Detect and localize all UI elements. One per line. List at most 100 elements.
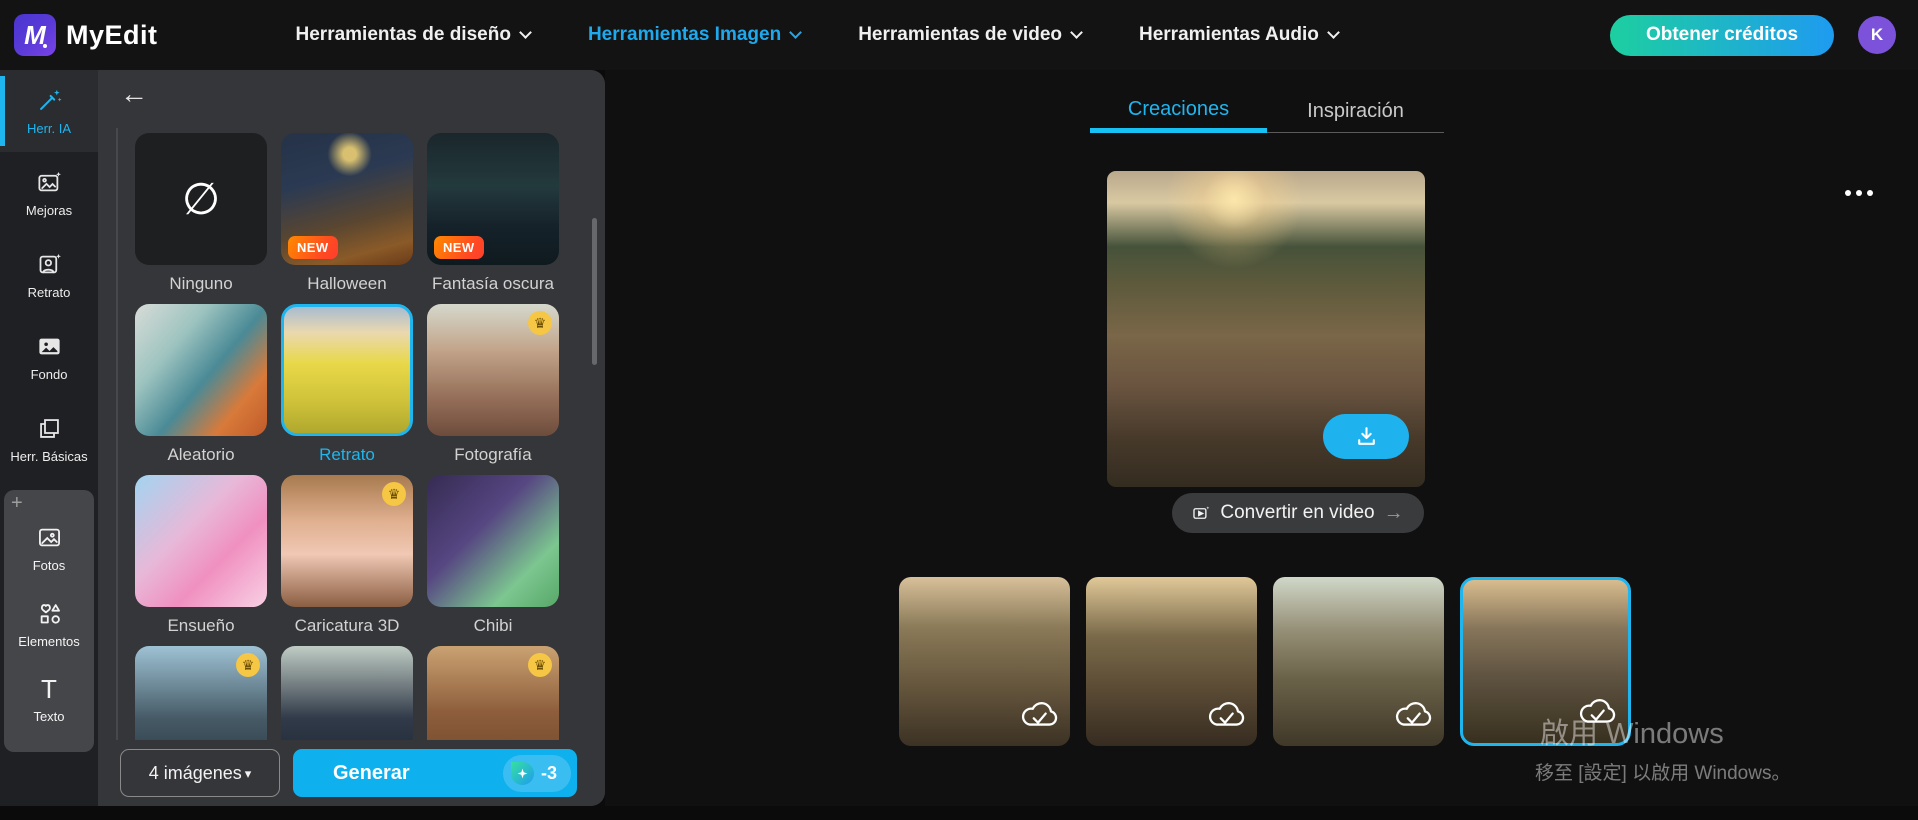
shapes-icon (40, 603, 60, 624)
main-nav: Herramientas de diseño Herramientas Imag… (296, 24, 1340, 46)
arrow-right-icon: → (1383, 501, 1404, 524)
cloud-check-icon (1021, 702, 1058, 726)
style-thumbnail[interactable]: ♛ (427, 646, 559, 740)
style-thumbnail[interactable] (135, 304, 267, 436)
nav-video-tools[interactable]: Herramientas de video (858, 24, 1083, 46)
sidebar-item-herr-ia[interactable]: Herr. IA (0, 70, 98, 152)
sidebar-item-label: Retrato (27, 284, 71, 300)
more-options-icon[interactable] (1845, 190, 1873, 196)
myedit-app: M MyEdit Herramientas de diseño Herramie… (0, 0, 1918, 820)
style-thumbnail[interactable]: ♛ (427, 304, 559, 436)
sidebar-item-label: Herr. Básicas (10, 448, 88, 464)
premium-crown-icon: ♛ (382, 482, 406, 506)
style-grid: ∅ Ninguno NEW Halloween NEW Fantasía osc… (135, 133, 559, 740)
sidebar-item-retrato[interactable]: Retrato (0, 234, 98, 316)
style-option-chibi[interactable]: Chibi (427, 475, 559, 639)
style-option-ninguno[interactable]: ∅ Ninguno (135, 133, 267, 297)
premium-crown-icon: ♛ (236, 653, 260, 677)
panel-divider (116, 128, 118, 740)
caret-down-icon: ▾ (244, 766, 252, 781)
video-icon (1193, 505, 1210, 519)
generated-image-preview[interactable] (1107, 171, 1425, 487)
sidebar-item-label: Texto (33, 709, 65, 724)
style-thumbnail[interactable]: ∅ (135, 133, 267, 265)
content-tabs: Creaciones Inspiración (1090, 90, 1444, 137)
style-thumbnail[interactable]: ♛ (135, 646, 267, 740)
sidebar-item-texto[interactable]: T Texto (4, 662, 94, 738)
style-thumbnail[interactable] (427, 475, 559, 607)
image-sparkle-icon (37, 171, 61, 191)
new-badge: NEW (434, 236, 484, 259)
sidebar-item-label: Fondo (30, 366, 68, 382)
style-panel: ← ∅ Ninguno NEW Halloween NEW Fantasía o… (98, 70, 626, 806)
nav-design-tools[interactable]: Herramientas de diseño (296, 24, 532, 46)
result-thumbnail-3[interactable] (1273, 577, 1444, 746)
user-avatar[interactable]: K (1858, 16, 1896, 54)
cloud-check-icon (1208, 702, 1245, 726)
style-option-ensueno[interactable]: Ensueño (135, 475, 267, 639)
get-credits-button[interactable]: Obtener créditos (1610, 14, 1834, 56)
style-thumbnail[interactable]: NEW (281, 133, 413, 265)
generate-label: Generar (333, 761, 410, 784)
style-label: Retrato (319, 445, 375, 464)
credit-gem-icon (510, 761, 534, 785)
cloud-check-icon (1395, 702, 1432, 726)
sidebar-item-elementos[interactable]: Elementos (4, 586, 94, 662)
nav-label: Herramientas Audio (1139, 24, 1319, 45)
magic-wand-icon (39, 89, 62, 110)
download-icon (1357, 427, 1375, 445)
tab-inspiracion[interactable]: Inspiración (1267, 90, 1444, 133)
background-image-icon (38, 338, 60, 354)
style-option-aleatorio[interactable]: Aleatorio (135, 304, 267, 468)
sidebar-item-label: Elementos (18, 633, 80, 649)
style-thumbnail[interactable]: ♛ (281, 475, 413, 607)
photo-icon (38, 528, 60, 546)
none-icon: ∅ (181, 174, 221, 224)
style-label: Fantasía oscura (432, 274, 554, 293)
result-thumbnail-2[interactable] (1086, 577, 1257, 746)
convert-to-video-button[interactable]: Convertir en video → (1172, 493, 1424, 533)
style-option-halloween[interactable]: NEW Halloween (281, 133, 413, 297)
generate-bar: 4 imágenes ▾ Generar -3 (98, 740, 605, 806)
style-label: Chibi (473, 616, 513, 635)
tab-creaciones[interactable]: Creaciones (1090, 90, 1267, 133)
active-indicator-bar (0, 76, 5, 146)
style-option-fantasia-oscura[interactable]: NEW Fantasía oscura (427, 133, 559, 297)
sidebar-item-label: Mejoras (25, 202, 73, 218)
nav-image-tools[interactable]: Herramientas Imagen (587, 24, 803, 46)
style-thumbnail[interactable] (281, 304, 413, 436)
style-option-partial-3[interactable]: ♛ (427, 646, 559, 740)
chevron-down-icon (519, 26, 532, 39)
nav-label: Herramientas Imagen (587, 24, 782, 45)
creations-area: Creaciones Inspiración Convertir en vide… (605, 70, 1918, 806)
download-button[interactable] (1323, 414, 1409, 459)
generate-button[interactable]: Generar -3 (293, 749, 577, 797)
style-thumbnail[interactable]: NEW (427, 133, 559, 265)
sidebar-item-fotos[interactable]: Fotos (4, 510, 94, 586)
style-thumbnail[interactable] (281, 646, 413, 740)
style-option-partial-2[interactable] (281, 646, 413, 740)
convert-label: Convertir en video (1220, 502, 1375, 523)
style-option-partial-1[interactable]: ♛ (135, 646, 267, 740)
text-icon: T (41, 674, 57, 704)
sidebar-item-fondo[interactable]: Fondo (0, 316, 98, 398)
app-title[interactable]: MyEdit (66, 20, 158, 51)
image-count-label: 4 imágenes (148, 762, 242, 783)
style-label: Caricatura 3D (294, 616, 400, 635)
sidebar-item-herr-basicas[interactable]: Herr. Básicas (0, 398, 98, 480)
style-option-fotografia[interactable]: ♛ Fotografía (427, 304, 559, 468)
style-option-caricatura-3d[interactable]: ♛ Caricatura 3D (281, 475, 413, 639)
nav-label: Herramientas de video (858, 24, 1062, 45)
style-thumbnail[interactable] (135, 475, 267, 607)
back-button[interactable]: ← (120, 78, 148, 110)
style-label: Halloween (307, 274, 387, 293)
myedit-logo-icon[interactable]: M (14, 14, 56, 56)
style-label: Aleatorio (167, 445, 235, 464)
image-count-dropdown[interactable]: 4 imágenes ▾ (120, 749, 280, 797)
style-option-retrato-selected[interactable]: Retrato (281, 304, 413, 468)
panel-scrollbar[interactable] (592, 218, 597, 365)
result-thumbnail-4-selected[interactable] (1460, 577, 1631, 746)
result-thumbnail-1[interactable] (899, 577, 1070, 746)
nav-audio-tools[interactable]: Herramientas Audio (1139, 24, 1340, 46)
sidebar-item-mejoras[interactable]: Mejoras (0, 152, 98, 234)
